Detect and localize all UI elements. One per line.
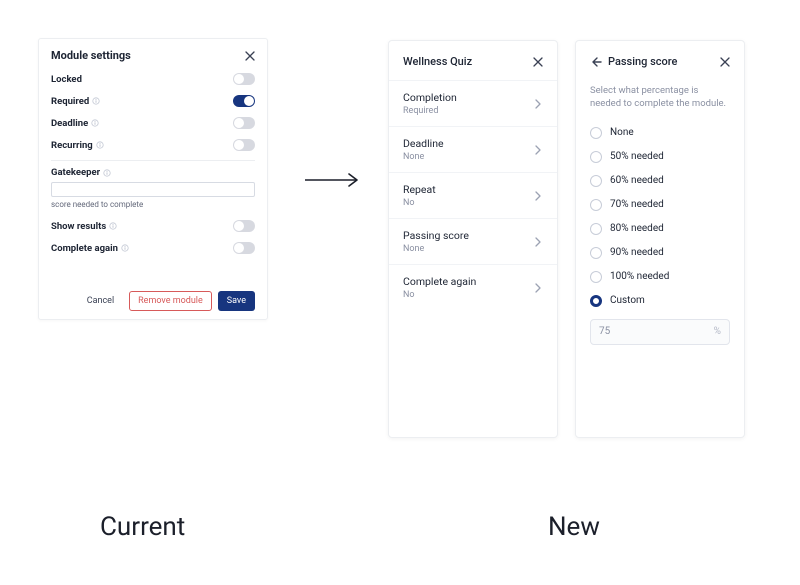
setting-row-deadline: Deadline [51, 112, 255, 134]
setting-row-required: Required [51, 90, 255, 112]
setting-label: Deadline [51, 118, 88, 129]
list-item-repeat[interactable]: Repeat No [389, 172, 557, 218]
save-button[interactable]: Save [218, 291, 255, 311]
radio-icon [590, 295, 602, 307]
close-icon[interactable] [533, 57, 543, 67]
passing-score-options: None 50% needed 60% needed 70% needed 80… [576, 121, 744, 313]
setting-label: Required [51, 96, 89, 107]
panel-title: Wellness Quiz [403, 55, 527, 68]
list-item-label: Deadline [403, 137, 444, 150]
gatekeeper-helper: score needed to complete [51, 200, 255, 209]
required-toggle[interactable] [233, 95, 255, 107]
info-icon [103, 169, 111, 177]
radio-option-80[interactable]: 80% needed [590, 217, 730, 241]
panel-title: Passing score [608, 55, 714, 68]
radio-icon [590, 271, 602, 283]
radio-label: 100% needed [610, 271, 669, 282]
panel-description: Select what percentage is needed to comp… [576, 80, 744, 121]
settings-list: Completion Required Deadline None Repeat… [389, 80, 557, 310]
setting-label: Complete again [51, 243, 118, 254]
radio-label: 50% needed [610, 151, 664, 162]
radio-label: 90% needed [610, 247, 664, 258]
radio-option-90[interactable]: 90% needed [590, 241, 730, 265]
radio-icon [590, 175, 602, 187]
remove-module-button[interactable]: Remove module [129, 291, 212, 311]
info-icon [96, 141, 104, 149]
arrow-right-icon [305, 170, 363, 190]
radio-option-70[interactable]: 70% needed [590, 193, 730, 217]
chevron-right-icon [533, 191, 543, 201]
back-arrow-icon[interactable] [590, 56, 602, 68]
recurring-toggle[interactable] [233, 139, 255, 151]
radio-label: 80% needed [610, 223, 664, 234]
list-item-label: Complete again [403, 275, 476, 288]
caption-current: Current [100, 512, 185, 542]
radio-icon [590, 199, 602, 211]
radio-icon [590, 127, 602, 139]
complete-again-toggle[interactable] [233, 242, 255, 254]
close-icon[interactable] [245, 51, 255, 61]
setting-row-locked: Locked [51, 68, 255, 90]
gatekeeper-label: Gatekeeper [51, 167, 100, 178]
new-settings-list-panel: Wellness Quiz Completion Required Deadli… [388, 40, 558, 438]
list-item-label: Passing score [403, 229, 469, 242]
list-item-label: Completion [403, 91, 457, 104]
caption-new: New [548, 512, 600, 542]
info-icon [92, 97, 100, 105]
custom-percentage-input[interactable]: 75 % [590, 319, 730, 345]
radio-option-60[interactable]: 60% needed [590, 169, 730, 193]
chevron-right-icon [533, 283, 543, 293]
list-item-value: No [403, 290, 476, 300]
panel-title: Module settings [51, 49, 131, 62]
locked-toggle[interactable] [233, 73, 255, 85]
passing-score-panel: Passing score Select what percentage is … [575, 40, 745, 438]
setting-row-show-results: Show results [51, 215, 255, 237]
custom-value: 75 [599, 326, 714, 337]
list-item-complete-again[interactable]: Complete again No [389, 264, 557, 310]
chevron-right-icon [533, 99, 543, 109]
list-item-label: Repeat [403, 183, 436, 196]
list-item-value: Required [403, 106, 457, 116]
setting-label: Show results [51, 221, 106, 232]
list-item-value: None [403, 244, 469, 254]
radio-icon [590, 151, 602, 163]
list-item-passing-score[interactable]: Passing score None [389, 218, 557, 264]
setting-row-recurring: Recurring [51, 134, 255, 156]
radio-option-none[interactable]: None [590, 121, 730, 145]
setting-label: Locked [51, 74, 82, 85]
radio-icon [590, 247, 602, 259]
info-icon [109, 222, 117, 230]
radio-option-100[interactable]: 100% needed [590, 265, 730, 289]
deadline-toggle[interactable] [233, 117, 255, 129]
radio-icon [590, 223, 602, 235]
chevron-right-icon [533, 237, 543, 247]
close-icon[interactable] [720, 57, 730, 67]
chevron-right-icon [533, 145, 543, 155]
list-item-value: None [403, 152, 444, 162]
setting-row-complete-again: Complete again [51, 237, 255, 259]
cancel-button[interactable]: Cancel [78, 291, 123, 311]
radio-label: Custom [610, 295, 645, 306]
setting-label: Recurring [51, 140, 93, 151]
radio-option-50[interactable]: 50% needed [590, 145, 730, 169]
radio-label: None [610, 127, 634, 138]
list-item-value: No [403, 198, 436, 208]
percent-unit: % [714, 326, 721, 337]
show-results-toggle[interactable] [233, 220, 255, 232]
list-item-completion[interactable]: Completion Required [389, 80, 557, 126]
radio-label: 60% needed [610, 175, 664, 186]
module-settings-panel: Module settings Locked Required Deadline [38, 38, 268, 320]
radio-label: 70% needed [610, 199, 664, 210]
list-item-deadline[interactable]: Deadline None [389, 126, 557, 172]
info-icon [121, 244, 129, 252]
radio-option-custom[interactable]: Custom [590, 289, 730, 313]
divider [51, 160, 255, 161]
info-icon [91, 119, 99, 127]
gatekeeper-input[interactable] [51, 182, 255, 197]
